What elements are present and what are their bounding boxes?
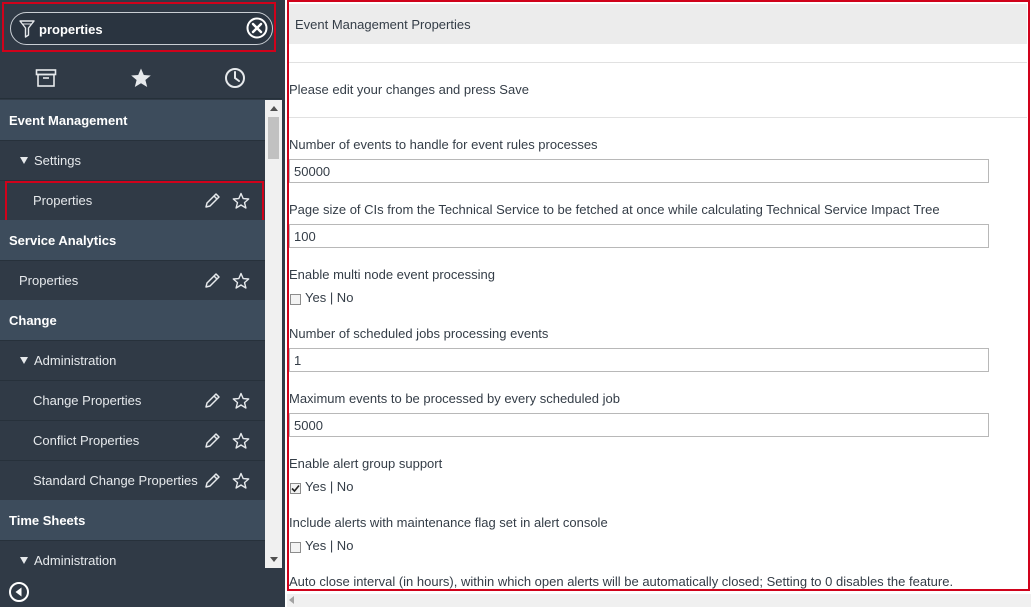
property-label: Enable multi node event processing <box>289 267 495 282</box>
checkbox-option-text: Yes | No <box>305 290 354 305</box>
nav-item-change-properties[interactable]: Change Properties <box>0 380 265 420</box>
group-label: Settings <box>34 153 81 168</box>
filter-highlight-box <box>2 2 276 52</box>
section-label: Change <box>9 312 57 328</box>
navigator-list: Event Management Settings Properties Ser… <box>0 100 265 568</box>
group-label: Administration <box>34 553 117 568</box>
caret-down-icon <box>20 357 28 364</box>
pencil-icon[interactable] <box>203 192 221 210</box>
property-label: Number of scheduled jobs processing even… <box>289 326 549 341</box>
section-change[interactable]: Change <box>0 300 265 340</box>
pencil-icon[interactable] <box>203 472 221 490</box>
star-outline-icon[interactable] <box>232 472 250 490</box>
nav-item-label: Properties <box>19 273 79 288</box>
clock-icon <box>225 68 245 88</box>
scroll-up-arrow-icon[interactable] <box>265 100 282 117</box>
alert-group-checkbox[interactable] <box>290 483 301 494</box>
collapse-navigator-icon[interactable] <box>8 581 30 603</box>
maintenance-flag-checkbox[interactable] <box>290 542 301 553</box>
archive-icon <box>35 69 57 87</box>
group-administration[interactable]: Administration <box>0 540 265 568</box>
star-outline-icon[interactable] <box>232 432 250 450</box>
events-to-handle-input[interactable] <box>289 159 989 183</box>
pencil-icon[interactable] <box>203 432 221 450</box>
star-outline-icon[interactable] <box>232 192 250 210</box>
navigator-footer <box>0 575 282 607</box>
caret-down-icon <box>20 157 28 164</box>
nav-item-label: Change Properties <box>33 393 142 408</box>
instructions-text: Please edit your changes and press Save <box>289 82 529 97</box>
section-label: Service Analytics <box>9 232 117 248</box>
page-title: Event Management Properties <box>295 17 471 32</box>
property-label: Number of events to handle for event rul… <box>289 137 598 152</box>
navigator-scrollbar[interactable] <box>265 100 282 568</box>
nav-item-conflict-properties[interactable]: Conflict Properties <box>0 420 265 460</box>
pencil-icon[interactable] <box>203 392 221 410</box>
filter-area <box>0 0 282 57</box>
navigator-sidebar: Event Management Settings Properties Ser… <box>0 0 285 607</box>
section-time-sheets[interactable]: Time Sheets <box>0 500 265 540</box>
tab-favorites[interactable] <box>121 65 161 91</box>
property-label: Page size of CIs from the Technical Serv… <box>289 202 940 217</box>
caret-down-icon <box>20 557 28 564</box>
property-label: Maximum events to be processed by every … <box>289 391 620 406</box>
checkbox-option-text: Yes | No <box>305 538 354 553</box>
section-label: Time Sheets <box>9 512 86 528</box>
section-label: Event Management <box>9 112 128 128</box>
section-event-management[interactable]: Event Management <box>0 100 265 140</box>
scheduled-jobs-input[interactable] <box>289 348 989 372</box>
ci-page-size-input[interactable] <box>289 224 989 248</box>
divider <box>287 62 1027 63</box>
pencil-icon[interactable] <box>203 272 221 290</box>
property-label: Auto close interval (in hours), within w… <box>289 574 954 589</box>
property-label: Include alerts with maintenance flag set… <box>289 515 608 530</box>
nav-item-label: Standard Change Properties <box>33 473 198 488</box>
tab-history[interactable] <box>215 65 255 91</box>
group-administration[interactable]: Administration <box>0 340 265 380</box>
scrollbar-thumb[interactable] <box>268 117 279 159</box>
section-service-analytics[interactable]: Service Analytics <box>0 220 265 260</box>
group-label: Administration <box>34 353 117 368</box>
properties-content: Event Management Properties Please edit … <box>287 0 1031 607</box>
scroll-down-arrow-icon[interactable] <box>265 551 282 568</box>
group-settings[interactable]: Settings <box>0 140 265 180</box>
max-events-per-job-input[interactable] <box>289 413 989 437</box>
scroll-left-arrow-icon[interactable] <box>289 596 294 604</box>
nav-item-event-management-properties[interactable]: Properties <box>0 180 265 223</box>
navigator-tabs <box>0 57 282 99</box>
checkmark-icon <box>291 484 300 493</box>
content-horizontal-scrollbar[interactable] <box>287 594 1031 607</box>
nav-item-label: Properties <box>33 193 93 208</box>
tab-all-applications[interactable] <box>26 65 66 91</box>
nav-item-label: Conflict Properties <box>33 433 140 448</box>
star-outline-icon[interactable] <box>232 272 250 290</box>
multi-node-checkbox[interactable] <box>290 294 301 305</box>
divider <box>287 117 1027 118</box>
star-icon <box>131 68 151 87</box>
nav-item-standard-change-properties[interactable]: Standard Change Properties <box>0 460 265 500</box>
property-label: Enable alert group support <box>289 456 443 471</box>
star-outline-icon[interactable] <box>232 392 250 410</box>
checkbox-option-text: Yes | No <box>305 479 354 494</box>
nav-item-service-analytics-properties[interactable]: Properties <box>0 260 265 300</box>
content-header: Event Management Properties <box>287 4 1027 44</box>
